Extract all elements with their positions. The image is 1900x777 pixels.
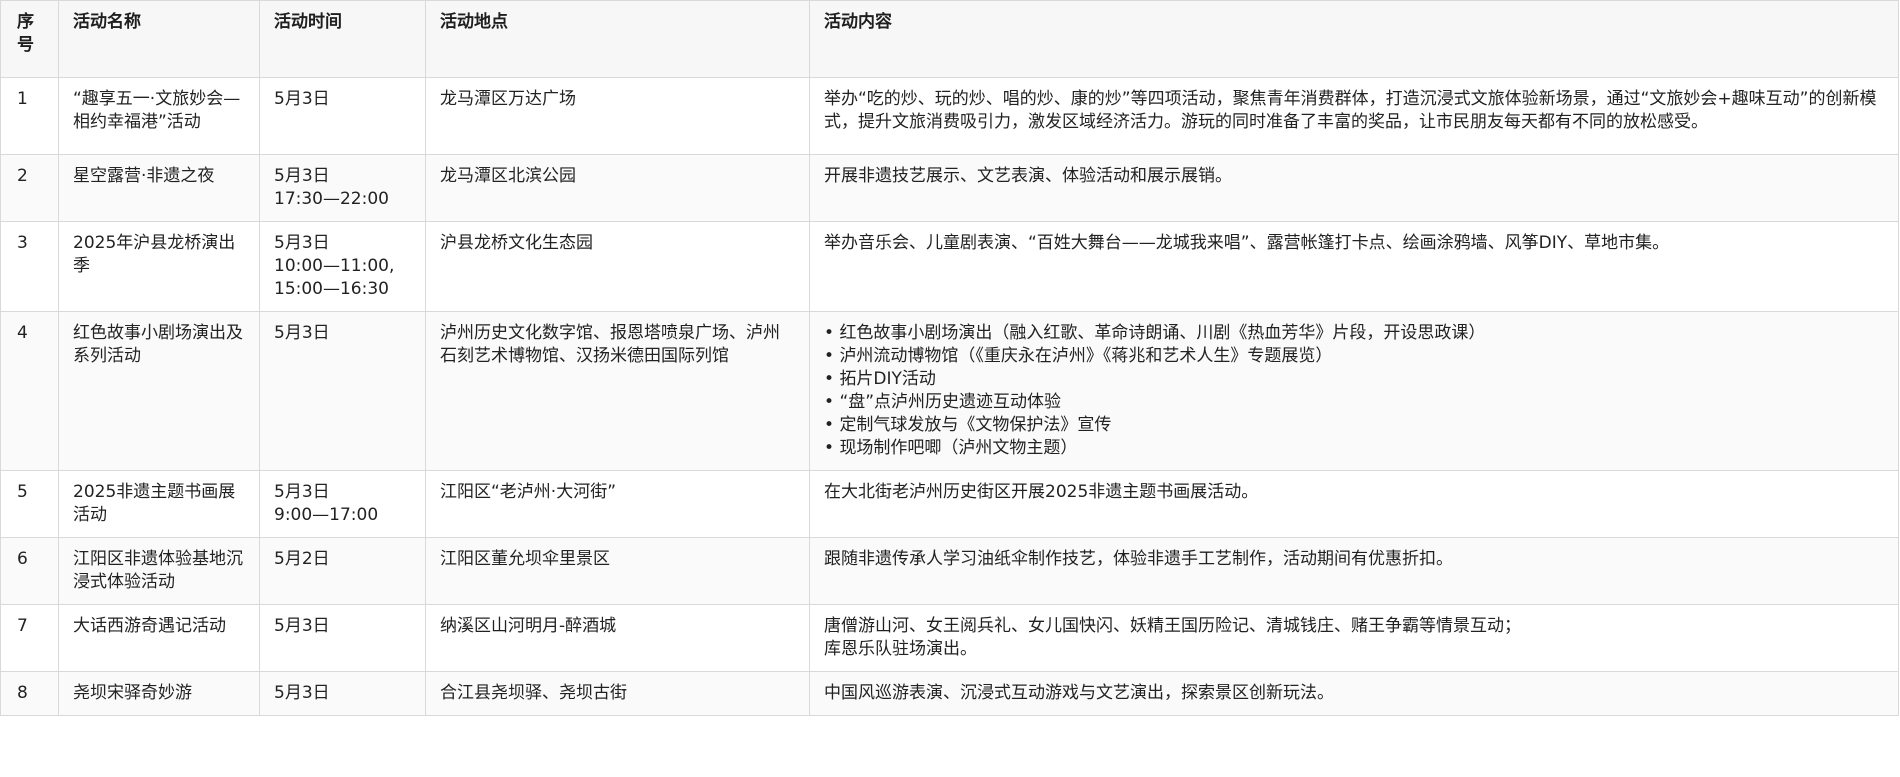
list-item: 定制气球发放与《文物保护法》宣传 bbox=[824, 414, 1884, 437]
cell-time: 5月3日 bbox=[259, 77, 426, 155]
cell-time: 5月3日 bbox=[259, 671, 426, 716]
cell-name: 星空露营·非遗之夜 bbox=[58, 154, 260, 222]
table-header-row: 序号 活动名称 活动时间 活动地点 活动内容 bbox=[0, 0, 1899, 78]
table-row: 1 “趣享五一·文旅妙会—相约幸福港”活动 5月3日 龙马潭区万达广场 举办“吃的炒、玩… bbox=[0, 77, 1899, 155]
cell-place: 龙马潭区万达广场 bbox=[425, 77, 810, 155]
table-row: 8 尧坝宋驿奇妙游 5月3日 合江县尧坝驿、尧坝古街 中国风巡游表演、沉浸式互动游戏与文… bbox=[0, 671, 1899, 716]
time-line: 10:00—11:00, bbox=[274, 256, 395, 276]
cell-content: 在大北街老泸州历史街区开展2025非遗主题书画展活动。 bbox=[809, 470, 1899, 538]
table-row: 2 星空露营·非遗之夜 5月3日 17:30—22:00 龙马潭区北滨公园 开展非遗技艺展… bbox=[0, 154, 1899, 222]
cell-name: “趣享五一·文旅妙会—相约幸福港”活动 bbox=[58, 77, 260, 155]
content-line: 在大北街老泸州历史街区开展2025非遗主题书画展活动。 bbox=[824, 482, 1259, 502]
time-line: 5月3日 bbox=[274, 683, 330, 703]
cell-no: 7 bbox=[0, 604, 59, 672]
cell-no: 3 bbox=[0, 221, 59, 312]
table-row: 5 2025非遗主题书画展活动 5月3日 9:00—17:00 江阳区“老泸州·大河街”… bbox=[0, 470, 1899, 538]
table-row: 4 红色故事小剧场演出及系列活动 5月3日 泸州历史文化数字馆、报恩塔喷泉广场、泸州石… bbox=[0, 311, 1899, 471]
cell-place: 龙马潭区北滨公园 bbox=[425, 154, 810, 222]
header-no: 序号 bbox=[0, 0, 59, 78]
time-line: 15:00—16:30 bbox=[274, 279, 389, 299]
table-row: 6 江阳区非遗体验基地沉浸式体验活动 5月2日 江阳区董允坝伞里景区 跟随非遗传承人学习… bbox=[0, 537, 1899, 605]
time-line: 5月3日 bbox=[274, 323, 330, 343]
time-line: 5月3日 bbox=[274, 482, 330, 502]
time-line: 17:30—22:00 bbox=[274, 189, 389, 209]
content-line: 举办音乐会、儿童剧表演、“百姓大舞台——龙城我来唱”、露营帐篷打卡点、绘画涂鸦墙… bbox=[824, 233, 1670, 253]
cell-place: 江阳区“老泸州·大河街” bbox=[425, 470, 810, 538]
cell-name: 尧坝宋驿奇妙游 bbox=[58, 671, 260, 716]
cell-no: 1 bbox=[0, 77, 59, 155]
time-line: 9:00—17:00 bbox=[274, 505, 379, 525]
content-line: 开展非遗技艺展示、文艺表演、体验活动和展示展销。 bbox=[824, 166, 1232, 186]
list-item: 现场制作吧唧（泸州文物主题） bbox=[824, 437, 1884, 460]
table-body: 1 “趣享五一·文旅妙会—相约幸福港”活动 5月3日 龙马潭区万达广场 举办“吃的炒、玩… bbox=[0, 77, 1899, 716]
list-item: “盘”点泸州历史遗迹互动体验 bbox=[824, 391, 1884, 414]
list-item: 泸州流动博物馆（《重庆永在泸州》《蒋兆和艺术人生》专题展览） bbox=[824, 345, 1884, 368]
header-time: 活动时间 bbox=[259, 0, 426, 78]
cell-place: 沪县龙桥文化生态园 bbox=[425, 221, 810, 312]
cell-no: 6 bbox=[0, 537, 59, 605]
cell-name: 红色故事小剧场演出及系列活动 bbox=[58, 311, 260, 471]
cell-name: 江阳区非遗体验基地沉浸式体验活动 bbox=[58, 537, 260, 605]
cell-no: 8 bbox=[0, 671, 59, 716]
cell-no: 5 bbox=[0, 470, 59, 538]
cell-name: 2025年沪县龙桥演出季 bbox=[58, 221, 260, 312]
cell-no: 2 bbox=[0, 154, 59, 222]
cell-name: 大话西游奇遇记活动 bbox=[58, 604, 260, 672]
time-line: 5月2日 bbox=[274, 549, 330, 569]
cell-content: 中国风巡游表演、沉浸式互动游戏与文艺演出，探索景区创新玩法。 bbox=[809, 671, 1899, 716]
cell-place: 江阳区董允坝伞里景区 bbox=[425, 537, 810, 605]
header-name: 活动名称 bbox=[58, 0, 260, 78]
content-line: 举办“吃的炒、玩的炒、唱的炒、康的炒”等四项活动，聚焦青年消费群体，打造沉浸式文… bbox=[824, 89, 1877, 132]
list-item: 拓片DIY活动 bbox=[824, 368, 1884, 391]
cell-time: 5月3日 10:00—11:00, 15:00—16:30 bbox=[259, 221, 426, 312]
cell-time: 5月2日 bbox=[259, 537, 426, 605]
header-content: 活动内容 bbox=[809, 0, 1899, 78]
cell-content: 唐僧游山河、女王阅兵礼、女儿国快闪、妖精王国历险记、清城钱庄、赌王争霸等情景互动… bbox=[809, 604, 1899, 672]
time-line: 5月3日 bbox=[274, 233, 330, 253]
content-line: 库恩乐队驻场演出。 bbox=[824, 639, 977, 659]
list-item: 红色故事小剧场演出（融入红歌、革命诗朗诵、川剧《热血芳华》片段，开设思政课） bbox=[824, 322, 1884, 345]
cell-no: 4 bbox=[0, 311, 59, 471]
cell-content: 举办音乐会、儿童剧表演、“百姓大舞台——龙城我来唱”、露营帐篷打卡点、绘画涂鸦墙… bbox=[809, 221, 1899, 312]
content-line: 中国风巡游表演、沉浸式互动游戏与文艺演出，探索景区创新玩法。 bbox=[824, 683, 1334, 703]
cell-name: 2025非遗主题书画展活动 bbox=[58, 470, 260, 538]
cell-time: 5月3日 9:00—17:00 bbox=[259, 470, 426, 538]
cell-time: 5月3日 bbox=[259, 604, 426, 672]
time-line: 5月3日 bbox=[274, 166, 330, 186]
header-place: 活动地点 bbox=[425, 0, 810, 78]
table-row: 7 大话西游奇遇记活动 5月3日 纳溪区山河明月-醉酒城 唐僧游山河、女王阅兵礼、女儿国… bbox=[0, 604, 1899, 672]
content-line: 唐僧游山河、女王阅兵礼、女儿国快闪、妖精王国历险记、清城钱庄、赌王争霸等情景互动… bbox=[824, 616, 1521, 636]
table-row: 3 2025年沪县龙桥演出季 5月3日 10:00—11:00, 15:00—16:30… bbox=[0, 221, 1899, 312]
page: 序号 活动名称 活动时间 活动地点 活动内容 1 “趣享五一·文旅妙会—相约幸福港… bbox=[0, 0, 1900, 777]
time-line: 5月3日 bbox=[274, 89, 330, 109]
activity-table: 序号 活动名称 活动时间 活动地点 活动内容 1 “趣享五一·文旅妙会—相约幸福港… bbox=[0, 0, 1899, 716]
cell-time: 5月3日 bbox=[259, 311, 426, 471]
content-bullet-list: 红色故事小剧场演出（融入红歌、革命诗朗诵、川剧《热血芳华》片段，开设思政课）泸州… bbox=[824, 322, 1884, 460]
cell-time: 5月3日 17:30—22:00 bbox=[259, 154, 426, 222]
cell-content: 举办“吃的炒、玩的炒、唱的炒、康的炒”等四项活动，聚焦青年消费群体，打造沉浸式文… bbox=[809, 77, 1899, 155]
cell-place: 合江县尧坝驿、尧坝古街 bbox=[425, 671, 810, 716]
cell-place: 纳溪区山河明月-醉酒城 bbox=[425, 604, 810, 672]
cell-content: 红色故事小剧场演出（融入红歌、革命诗朗诵、川剧《热血芳华》片段，开设思政课）泸州… bbox=[809, 311, 1899, 471]
cell-place: 泸州历史文化数字馆、报恩塔喷泉广场、泸州石刻艺术博物馆、汉扬米德田国际列馆 bbox=[425, 311, 810, 471]
time-line: 5月3日 bbox=[274, 616, 330, 636]
cell-content: 开展非遗技艺展示、文艺表演、体验活动和展示展销。 bbox=[809, 154, 1899, 222]
content-line: 跟随非遗传承人学习油纸伞制作技艺，体验非遗手工艺制作，活动期间有优惠折扣。 bbox=[824, 549, 1453, 569]
cell-content: 跟随非遗传承人学习油纸伞制作技艺，体验非遗手工艺制作，活动期间有优惠折扣。 bbox=[809, 537, 1899, 605]
